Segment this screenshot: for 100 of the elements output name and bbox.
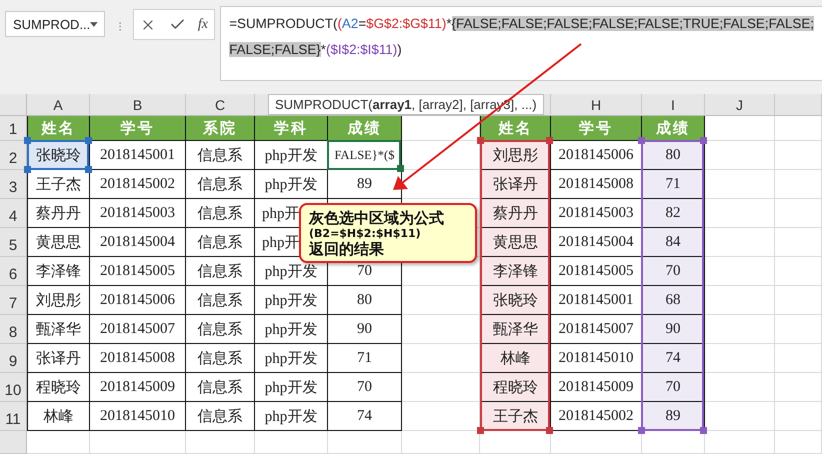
table-cell: 2018145008 [100,350,175,366]
grid-cell[interactable] [775,286,822,315]
grid-cell[interactable] [775,373,822,402]
header-cell: 姓名 [480,116,551,141]
grid-cell[interactable] [775,199,822,228]
insert-function-button[interactable]: fx [198,16,208,32]
grid-cell[interactable] [705,286,775,315]
grid-cell[interactable] [186,431,255,454]
grid-cell[interactable] [705,116,775,141]
row-header[interactable]: 5 [0,228,27,257]
table-cell: 2018145005 [558,262,634,280]
fill-handle[interactable] [397,165,404,172]
row-header[interactable]: 2 [0,141,27,170]
table-cell: 80 [357,292,372,308]
grid-cell[interactable] [402,141,480,170]
grid-cell[interactable] [775,402,822,431]
table-cell: 2018145004 [100,234,175,250]
row-header[interactable]: 11 [0,402,27,431]
grid-cell[interactable] [402,402,480,431]
grid-cell[interactable] [775,431,822,454]
grid-cell[interactable] [705,141,775,170]
grid-cell[interactable] [705,228,775,257]
table-cell-text: 黄思思 [36,234,81,252]
table-cell: 71 [666,176,680,192]
grid-cell[interactable] [402,373,480,402]
grid-cell[interactable] [775,116,822,141]
range-handle[interactable] [700,427,707,434]
table-cell-text: 甄泽华 [36,320,81,338]
row-header[interactable] [0,431,27,454]
column-header[interactable]: H [551,94,642,116]
select-all-corner[interactable] [0,94,27,116]
grid-cell[interactable] [705,170,775,199]
range-handle[interactable] [85,166,92,173]
column-header[interactable]: A [27,94,90,116]
column-header[interactable]: B [90,94,186,116]
column-header[interactable] [775,94,822,116]
grid-cell[interactable] [775,228,822,257]
grid-cell[interactable] [705,373,775,402]
grid-cell[interactable] [402,431,480,454]
table-cell: 80 [666,146,680,164]
grid-cell[interactable] [255,431,328,454]
row-header[interactable]: 1 [0,116,27,141]
grid-cell[interactable] [705,344,775,373]
row-header[interactable]: 10 [0,373,27,402]
grid-cell[interactable] [775,141,822,170]
table-cell: 2018145007 [558,320,634,338]
table-cell-text: 张译丹 [493,176,538,194]
column-header[interactable]: C [186,94,255,116]
column-header[interactable]: J [705,94,775,116]
range-handle[interactable] [638,137,645,144]
column-header[interactable]: I [642,94,705,116]
range-handle[interactable] [638,427,645,434]
grid-cell[interactable] [775,315,822,344]
name-box[interactable]: SUMPROD... [5,11,105,37]
table-cell: 2018145006 [100,292,175,308]
table-cell-text: 程晓玲 [493,378,538,396]
range-handle[interactable] [24,137,31,144]
dropdown-caret-icon[interactable] [90,22,98,26]
formula-field[interactable]: =SUMPRODUCT((A2=$G$2:$G$11)*{FALSE;FALSE;FALSE;FALSE;FALSE;TRUE;FALSE;FALSE; FALSE;FALSE}*($I$2:$I$11)) [220,6,822,81]
range-handle[interactable] [546,137,553,144]
range-handle[interactable] [700,137,707,144]
grid-cell[interactable] [90,431,186,454]
grid-cell[interactable] [775,170,822,199]
grid-cell[interactable] [705,402,775,431]
table-cell-text: php开发 [264,176,318,194]
range-handle[interactable] [24,166,31,173]
table-cell: 89 [666,408,680,424]
grid-cell[interactable] [402,315,480,344]
table-cell-text: 信息系 [198,378,242,396]
range-handle[interactable] [477,427,484,434]
grid-cell[interactable] [480,431,551,454]
grid-cell[interactable] [705,257,775,286]
grid-cell[interactable] [551,431,642,454]
grid-cell[interactable] [705,199,775,228]
range-handle[interactable] [85,137,92,144]
grid-cell[interactable] [775,344,822,373]
table-cell-text: php开发 [264,262,318,280]
table-cell-text: 程晓玲 [36,378,81,396]
grid-cell[interactable] [402,344,480,373]
grid-cell[interactable] [402,286,480,315]
row-header[interactable]: 6 [0,257,27,286]
row-header[interactable]: 8 [0,315,27,344]
table-cell-text: 甄泽华 [493,320,538,338]
grid-cell[interactable] [775,257,822,286]
grid-cell[interactable] [402,170,480,199]
grid-cell[interactable] [705,431,775,454]
grid-cell[interactable] [328,431,402,454]
grid-cell[interactable] [642,431,705,454]
row-header[interactable]: 3 [0,170,27,199]
range-handle[interactable] [546,427,553,434]
table-cell: 2018145008 [558,176,634,192]
grid-cell[interactable] [27,431,90,454]
table-cell: 70 [666,378,680,396]
grid-cell[interactable] [705,315,775,344]
table-cell-text: 信息系 [198,408,242,426]
range-handle[interactable] [477,137,484,144]
row-header[interactable]: 7 [0,286,27,315]
grid-cell[interactable] [402,116,480,141]
row-header[interactable]: 9 [0,344,27,373]
row-header[interactable]: 4 [0,199,27,228]
